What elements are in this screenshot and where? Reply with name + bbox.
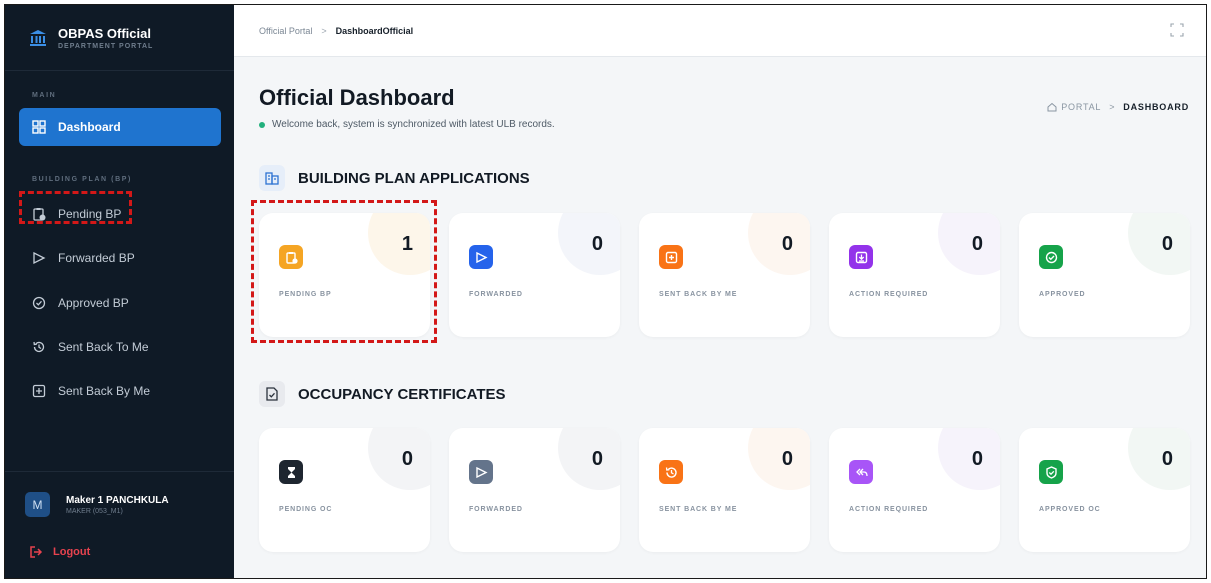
logout-button[interactable]: Logout [29,545,90,559]
document-check-icon [259,381,285,407]
crumb-official-portal[interactable]: Official Portal [259,26,312,36]
bp-section-header: BUILDING PLAN APPLICATIONS [259,165,530,191]
card-decoration [1128,213,1190,275]
app-window: OBPAS Official DEPARTMENT PORTAL MAIN Da… [4,4,1207,579]
brand: OBPAS Official DEPARTMENT PORTAL [5,5,234,71]
oc_section-card-pending-oc[interactable]: 0 PENDING OC [259,428,430,552]
send-icon [469,460,493,484]
oc_section-card-approved-oc[interactable]: 0 APPROVED OC [1019,428,1190,552]
card-count: 0 [1161,448,1173,470]
section-label-bp: BUILDING PLAN (BP) [32,176,132,183]
bp_section-card-sent-back-by-me[interactable]: 0 SENT BACK BY ME [639,213,810,337]
topbar: Official Portal > DashboardOfficial [234,5,1206,57]
oc-section-title: OCCUPANCY CERTIFICATES [298,385,506,403]
logout-label: Logout [53,546,91,558]
history-icon [659,460,683,484]
check-badge-icon [32,296,46,310]
brand-title: OBPAS Official [58,25,151,41]
card-count: 0 [591,233,603,255]
sidebar-item-label: Dashboard [58,120,121,134]
card-decoration [938,428,1000,490]
building-icon [259,165,285,191]
card-decoration [748,428,810,490]
shield-check-icon [1039,460,1063,484]
breadcrumb: PORTAL > DASHBOARD [1047,102,1189,112]
oc_section-card-forwarded[interactable]: 0 FORWARDED [449,428,620,552]
sidebar-item-sent-back-by-me[interactable]: Sent Back By Me [19,372,221,410]
bp_section-card-action-required[interactable]: 0 ACTION REQUIRED [829,213,1000,337]
crumb-current: DashboardOfficial [335,25,414,36]
card-count: 0 [1161,233,1173,255]
sidebar-item-label: Sent Back To Me [58,340,149,354]
sidebar-item-label: Forwarded BP [58,251,135,265]
status-dot [259,121,265,128]
page-title: Official Dashboard [259,85,455,110]
check-badge-icon [1039,245,1063,269]
crumb-separator: > [321,25,327,36]
breadcrumb-portal[interactable]: PORTAL [1061,102,1101,112]
card-count: 0 [781,448,793,470]
history-icon [33,341,45,353]
card-label: FORWARDED [469,506,523,513]
card-decoration [1128,428,1190,490]
oc-section-header: OCCUPANCY CERTIFICATES [259,381,506,407]
card-decoration [938,213,1000,275]
card-label: SENT BACK BY ME [659,291,738,298]
bp_section-card-forwarded[interactable]: 0 FORWARDED [449,213,620,337]
user-name: Maker 1 PANCHKULA [66,494,169,506]
card-label: PENDING OC [279,506,333,513]
card-label: ACTION REQUIRED [849,506,929,513]
highlight-box [19,191,132,224]
welcome-text: Welcome back, system is synchronized wit… [272,119,555,130]
card-label: ACTION REQUIRED [849,291,929,298]
download-box-icon [849,245,873,269]
highlight-box [251,200,437,343]
send-icon [33,251,46,265]
breadcrumb-separator: > [1109,102,1116,112]
bank-icon [30,29,46,46]
reply-all-icon [849,460,873,484]
user-card[interactable]: M Maker 1 PANCHKULA MAKER (053_M1) [5,471,234,537]
sidebar-item-dashboard[interactable]: Dashboard [19,108,221,146]
sidebar: OBPAS Official DEPARTMENT PORTAL MAIN Da… [5,5,234,578]
card-decoration [368,428,430,490]
main-content: Official Portal > DashboardOfficial Offi… [234,5,1206,578]
fullscreen-icon[interactable] [1170,23,1184,37]
bp_section-card-approved[interactable]: 0 APPROVED [1019,213,1190,337]
home-icon [1047,102,1057,112]
oc_section-card-action-required[interactable]: 0 ACTION REQUIRED [829,428,1000,552]
breadcrumb-current: DASHBOARD [1123,102,1189,112]
card-label: APPROVED OC [1039,506,1101,513]
card-count: 0 [401,448,413,470]
user-role: MAKER (053_M1) [66,507,123,515]
card-label: FORWARDED [469,291,523,298]
card-decoration [748,213,810,275]
card-count: 0 [591,448,603,470]
hourglass-icon [279,460,303,484]
bp-section-title: BUILDING PLAN APPLICATIONS [298,169,530,187]
avatar: M [25,492,50,517]
sidebar-item-sent-back-to-me[interactable]: Sent Back To Me [19,328,221,366]
card-label: SENT BACK BY ME [659,506,738,513]
section-label-main: MAIN [32,92,57,99]
card-count: 0 [781,233,793,255]
logout-icon [30,546,43,558]
send-icon [469,245,493,269]
card-label: APPROVED [1039,291,1086,298]
sidebar-item-approved-bp[interactable]: Approved BP [19,284,221,322]
oc_section-card-sent-back-by-me[interactable]: 0 SENT BACK BY ME [639,428,810,552]
card-count: 0 [971,233,983,255]
welcome-message: Welcome back, system is synchronized wit… [259,119,555,130]
return-box-icon [32,384,46,398]
sidebar-item-label: Approved BP [58,296,129,310]
card-decoration [558,428,620,490]
return-box-icon [659,245,683,269]
sidebar-item-forwarded-bp[interactable]: Forwarded BP [19,239,221,277]
card-count: 0 [971,448,983,470]
card-decoration [558,213,620,275]
sidebar-item-label: Sent Back By Me [58,384,151,398]
dashboard-grid-icon [32,120,46,134]
brand-subtitle: DEPARTMENT PORTAL [58,42,154,50]
